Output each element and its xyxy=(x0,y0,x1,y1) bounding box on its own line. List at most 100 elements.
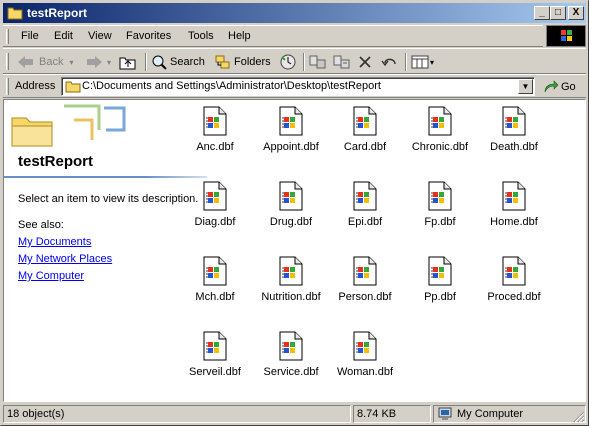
file-item[interactable]: Mch.dbf xyxy=(180,256,250,328)
file-name-label: Chronic.dbf xyxy=(411,141,469,153)
windows-flag-icon xyxy=(561,30,572,41)
dbf-file-icon xyxy=(428,256,452,286)
file-name-label: Fp.dbf xyxy=(424,216,456,228)
link-my-network-places[interactable]: My Network Places xyxy=(18,253,112,265)
close-icon: X xyxy=(572,7,580,18)
dbf-file-icon xyxy=(203,181,227,211)
dbf-file-icon xyxy=(353,106,377,136)
dbf-file-icon xyxy=(279,256,303,286)
file-item[interactable]: Diag.dbf xyxy=(180,181,250,253)
folder-banner-icon xyxy=(4,100,134,150)
dbf-file-icon xyxy=(428,106,452,136)
file-item[interactable]: Person.dbf xyxy=(330,256,400,328)
resize-grip-icon[interactable] xyxy=(573,411,585,423)
views-button[interactable]: ▾ xyxy=(411,52,434,72)
file-item[interactable]: Nutrition.dbf xyxy=(256,256,326,328)
address-path[interactable]: C:\Documents and Settings\Administrator\… xyxy=(82,80,381,92)
menu-tools[interactable]: Tools xyxy=(188,30,214,42)
dbf-file-icon xyxy=(428,181,452,211)
file-item[interactable]: Anc.dbf xyxy=(180,106,250,178)
file-item[interactable]: Proced.dbf xyxy=(479,256,549,328)
menu-favorites[interactable]: Favorites xyxy=(126,30,171,42)
dbf-file-icon xyxy=(353,331,377,361)
file-name-label: Drug.dbf xyxy=(269,216,313,228)
link-my-documents[interactable]: My Documents xyxy=(18,236,91,248)
link-my-computer[interactable]: My Computer xyxy=(18,270,84,282)
status-size: 8.74 KB xyxy=(353,405,431,423)
web-view-panel: testReport Select an item to view its de… xyxy=(4,100,209,401)
file-item[interactable]: Drug.dbf xyxy=(256,181,326,253)
undo-icon xyxy=(381,58,396,67)
forward-button[interactable]: ▾ xyxy=(85,52,111,72)
file-name-label: Mch.dbf xyxy=(195,291,235,303)
search-button[interactable]: Search xyxy=(151,52,205,72)
panel-description: Select an item to view its description. xyxy=(18,193,199,205)
forward-dropdown-icon[interactable]: ▾ xyxy=(107,58,111,67)
file-item[interactable]: Appoint.dbf xyxy=(256,106,326,178)
dbf-file-icon xyxy=(502,256,526,286)
back-label: Back xyxy=(39,56,64,68)
file-name-label: Home.dbf xyxy=(490,216,538,228)
file-item[interactable]: Serveil.dbf xyxy=(180,331,250,401)
dbf-file-icon xyxy=(353,256,377,286)
windows-logo xyxy=(546,25,586,47)
dbf-file-icon xyxy=(203,106,227,136)
address-field[interactable]: C:\Documents and Settings\Administrator\… xyxy=(61,77,535,96)
status-zone-text: My Computer xyxy=(457,408,524,420)
go-button[interactable]: Go xyxy=(543,78,576,96)
folders-button[interactable]: Folders xyxy=(215,52,271,72)
back-dropdown-icon[interactable]: ▾ xyxy=(69,58,73,67)
search-label: Search xyxy=(170,56,205,68)
menu-help[interactable]: Help xyxy=(228,30,251,42)
file-item[interactable]: Chronic.dbf xyxy=(405,106,475,178)
address-label: Address xyxy=(15,80,56,92)
status-object-count: 18 object(s) xyxy=(3,405,351,423)
chevron-down-icon: ▼ xyxy=(521,82,530,91)
close-button[interactable]: X xyxy=(568,6,584,20)
file-name-label: Epi.dbf xyxy=(347,216,383,228)
views-dropdown-icon[interactable]: ▾ xyxy=(430,58,434,67)
history-button[interactable] xyxy=(279,52,297,72)
menu-grip[interactable] xyxy=(6,29,9,44)
toolbar-grip[interactable] xyxy=(6,53,9,70)
file-item[interactable]: Card.dbf xyxy=(330,106,400,178)
file-name-label: Woman.dbf xyxy=(336,366,394,378)
file-name-label: Anc.dbf xyxy=(196,141,234,153)
file-item[interactable]: Death.dbf xyxy=(479,106,549,178)
undo-button[interactable] xyxy=(381,52,399,72)
menu-edit[interactable]: Edit xyxy=(54,30,73,42)
folder-up-icon xyxy=(119,57,136,70)
dbf-file-icon xyxy=(502,106,526,136)
dbf-file-icon xyxy=(502,181,526,211)
see-also-label: See also: xyxy=(18,219,64,231)
toolbar-separator xyxy=(145,53,147,71)
file-name-label: Card.dbf xyxy=(343,141,387,153)
title-bar[interactable]: testReport _ □ X xyxy=(3,3,586,23)
file-name-label: Service.dbf xyxy=(263,366,319,378)
back-button[interactable]: Back ▾ xyxy=(17,52,73,72)
minimize-button[interactable]: _ xyxy=(534,6,550,20)
file-name-label: Proced.dbf xyxy=(487,291,541,303)
delete-x-icon xyxy=(359,56,371,68)
copy-to-button[interactable] xyxy=(333,52,351,72)
menu-file[interactable]: File xyxy=(21,30,39,42)
back-arrow-icon xyxy=(18,56,33,68)
file-item[interactable]: Woman.dbf xyxy=(330,331,400,401)
move-to-button[interactable] xyxy=(309,52,327,72)
file-item[interactable]: Service.dbf xyxy=(256,331,326,401)
status-objects-text: 18 object(s) xyxy=(7,408,65,420)
file-item[interactable]: Epi.dbf xyxy=(330,181,400,253)
search-icon xyxy=(152,55,167,70)
file-item[interactable]: Pp.dbf xyxy=(405,256,475,328)
menu-view[interactable]: View xyxy=(88,30,112,42)
maximize-button[interactable]: □ xyxy=(550,6,566,20)
address-dropdown-button[interactable]: ▼ xyxy=(518,79,533,94)
up-button[interactable] xyxy=(119,52,137,72)
address-grip[interactable] xyxy=(6,78,9,95)
file-item[interactable]: Fp.dbf xyxy=(405,181,475,253)
file-name-label: Person.dbf xyxy=(338,291,392,303)
file-item[interactable]: Home.dbf xyxy=(479,181,549,253)
delete-button[interactable] xyxy=(358,52,372,72)
standard-toolbar: Back ▾ ▾ Search Folders ▾ xyxy=(3,48,586,74)
toolbar-separator xyxy=(303,53,305,71)
